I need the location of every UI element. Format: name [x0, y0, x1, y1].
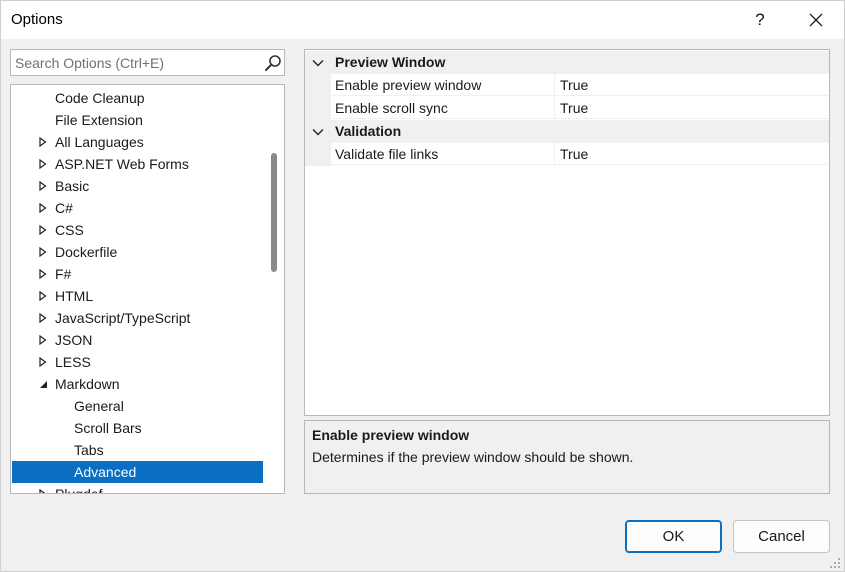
grid-property-value[interactable]: True — [555, 74, 829, 96]
tree-item[interactable]: Code Cleanup — [12, 87, 263, 109]
tree-item[interactable]: ASP.NET Web Forms — [12, 153, 263, 175]
tree-item-label: General — [74, 398, 124, 414]
grid-property-name[interactable]: Validate file links — [331, 143, 555, 165]
tree-item[interactable]: All Languages — [12, 131, 263, 153]
grid-property-name[interactable]: Enable scroll sync — [331, 97, 555, 119]
tree-item-label: All Languages — [55, 134, 144, 150]
tree-item[interactable]: HTML — [12, 285, 263, 307]
tree-item-label: Code Cleanup — [55, 90, 145, 106]
tree-item[interactable]: Markdown — [12, 373, 263, 395]
tree-expand-arrow-icon[interactable] — [37, 219, 49, 241]
tree-item[interactable]: LESS — [12, 351, 263, 373]
tree-item[interactable]: CSS — [12, 219, 263, 241]
tree-item-label: Dockerfile — [55, 244, 118, 260]
tree-expand-arrow-icon[interactable] — [37, 483, 49, 493]
tree-item-label: Scroll Bars — [74, 420, 142, 436]
grid-property-row[interactable]: Enable preview window True — [305, 74, 829, 97]
tree-item[interactable]: C# — [12, 197, 263, 219]
tree-expand-arrow-icon[interactable] — [37, 175, 49, 197]
grid-category-label: Preview Window — [335, 54, 446, 70]
grid-row-gutter — [305, 74, 331, 97]
tree-item[interactable]: Tabs — [12, 439, 263, 461]
description-title: Enable preview window — [312, 427, 470, 443]
help-button[interactable]: ? — [737, 1, 783, 39]
property-grid[interactable]: Preview Window Enable preview window True E… — [304, 49, 830, 416]
tree-item-label: Advanced — [74, 464, 137, 480]
tree-item-label: CSS — [55, 222, 84, 238]
tree-item[interactable]: Scroll Bars — [12, 417, 263, 439]
grid-category-label: Validation — [335, 123, 402, 139]
tree-scrollbar[interactable] — [269, 86, 283, 492]
grid-row-gutter — [305, 97, 331, 120]
tree-item-label: Basic — [55, 178, 90, 194]
title-bar: Options ? — [1, 1, 844, 39]
search-box[interactable] — [10, 49, 285, 76]
tree-collapse-arrow-icon[interactable] — [37, 373, 49, 395]
cancel-button[interactable]: Cancel — [733, 520, 830, 553]
ok-button[interactable]: OK — [625, 520, 722, 553]
tree-item-label: F# — [55, 266, 72, 282]
resize-grip-icon[interactable] — [827, 555, 841, 569]
tree-item-label: JSON — [55, 332, 93, 348]
tree-item[interactable]: Basic — [12, 175, 263, 197]
tree-expand-arrow-icon[interactable] — [37, 241, 49, 263]
tree-item-label: HTML — [55, 288, 94, 304]
grid-property-row[interactable]: Validate file links True — [305, 143, 829, 166]
tree-item[interactable]: Plugdef — [12, 483, 263, 494]
tree-item[interactable]: File Extension — [12, 109, 263, 131]
tree-expand-arrow-icon[interactable] — [37, 197, 49, 219]
grid-property-row[interactable]: Enable scroll sync True — [305, 97, 829, 120]
tree-expand-arrow-icon[interactable] — [37, 329, 49, 351]
grid-row-gutter — [305, 143, 331, 166]
tree-item[interactable]: JSON — [12, 329, 263, 351]
tree-item-label: File Extension — [55, 112, 143, 128]
grid-category-row[interactable]: Validation — [305, 120, 829, 143]
search-icon[interactable] — [264, 54, 282, 72]
tree-item[interactable]: General — [12, 395, 263, 417]
tree-item-label: JavaScript/TypeScript — [55, 310, 191, 326]
tree-expand-arrow-icon[interactable] — [37, 307, 49, 329]
description-panel: Enable preview window Determines if the … — [304, 420, 830, 494]
tree-item-label: ASP.NET Web Forms — [55, 156, 189, 172]
grid-property-name[interactable]: Enable preview window — [331, 74, 555, 96]
description-text: Determines if the preview window should … — [312, 449, 634, 465]
tree-item[interactable]: JavaScript/TypeScript — [12, 307, 263, 329]
close-button[interactable] — [793, 1, 839, 39]
close-icon — [809, 13, 823, 27]
tree-expand-arrow-icon[interactable] — [37, 153, 49, 175]
tree-item-label: Tabs — [74, 442, 104, 458]
search-input[interactable] — [15, 53, 250, 72]
tree-item-label: Markdown — [55, 376, 120, 392]
tree-item-label: LESS — [55, 354, 91, 370]
options-dialog: Options ? Code Cleanup File Extension All … — [0, 0, 845, 572]
window-title: Options — [11, 11, 63, 28]
tree-item-label: Plugdef — [55, 486, 103, 494]
tree-expand-arrow-icon[interactable] — [37, 263, 49, 285]
options-tree[interactable]: Code Cleanup File Extension All Languages A… — [10, 84, 285, 494]
chevron-down-icon[interactable] — [311, 120, 325, 143]
tree-scrollbar-thumb[interactable] — [271, 153, 277, 272]
grid-property-value[interactable]: True — [555, 143, 829, 165]
tree-expand-arrow-icon[interactable] — [37, 351, 49, 373]
grid-category-row[interactable]: Preview Window — [305, 51, 829, 74]
grid-property-value[interactable]: True — [555, 97, 829, 119]
tree-item-label: C# — [55, 200, 73, 216]
tree-expand-arrow-icon[interactable] — [37, 131, 49, 153]
tree-item[interactable]: F# — [12, 263, 263, 285]
chevron-down-icon[interactable] — [311, 51, 325, 74]
tree-item[interactable]: Advanced — [12, 461, 263, 483]
tree-expand-arrow-icon[interactable] — [37, 285, 49, 307]
tree-item[interactable]: Dockerfile — [12, 241, 263, 263]
